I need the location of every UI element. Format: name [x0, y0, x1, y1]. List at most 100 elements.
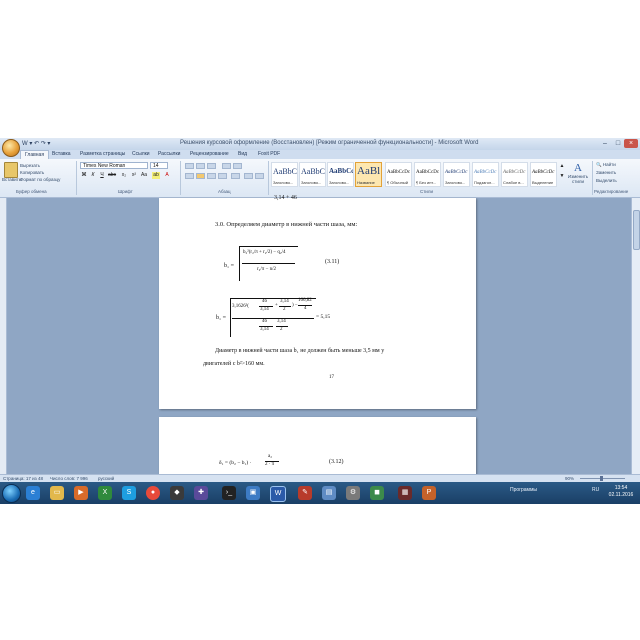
app-icon[interactable]: ✎ — [298, 486, 312, 500]
style-normal[interactable]: AaBbCcDc ¶ Обычный — [385, 162, 412, 187]
change-styles-icon: A — [574, 162, 582, 174]
font-color-button[interactable]: A — [163, 172, 171, 179]
scrollbar-thumb[interactable] — [633, 210, 640, 250]
select-button[interactable]: Выделить — [596, 178, 617, 183]
group-separator — [592, 161, 593, 195]
clock-date: 02.11.2016 — [608, 492, 634, 498]
style-subtitle[interactable]: AaBbCcDc Подзагол... — [472, 162, 499, 187]
language-bar[interactable]: RU — [592, 487, 599, 493]
formula-term: 46 — [262, 319, 267, 324]
shading-button[interactable] — [244, 173, 253, 179]
bullets-button[interactable] — [185, 163, 194, 169]
app-icon[interactable]: ⚙ — [346, 486, 360, 500]
office-button[interactable] — [2, 139, 20, 157]
internet-explorer-icon[interactable]: e — [26, 486, 40, 500]
copy-button[interactable]: Копировать — [20, 170, 44, 175]
multilevel-list-button[interactable] — [207, 163, 216, 169]
tab-view[interactable]: Вид — [238, 151, 247, 157]
vertical-ruler — [0, 198, 7, 494]
skype-icon[interactable]: S — [122, 486, 136, 500]
ribbon-tabs: Главная Вставка Разметка страницы Ссылки… — [0, 150, 640, 159]
style-title[interactable]: AaBl Название — [355, 162, 382, 187]
excel-icon[interactable]: X — [98, 486, 112, 500]
powerpoint-icon[interactable]: P — [422, 486, 436, 500]
desktop-screen: W ▾ ↶ ↷ ▾ Решения курсовой оформление (В… — [0, 138, 640, 504]
vertical-scrollbar[interactable] — [631, 198, 640, 494]
increase-indent-button[interactable] — [233, 163, 242, 169]
cut-button[interactable]: Вырезать — [20, 163, 40, 168]
app-icon[interactable]: ▤ — [322, 486, 336, 500]
numbering-button[interactable] — [196, 163, 205, 169]
tray-label[interactable]: Программы — [510, 487, 537, 493]
align-right-button[interactable] — [207, 173, 216, 179]
page-count[interactable]: Страница: 17 из 48 — [3, 476, 43, 481]
style-heading-2[interactable]: AaBbC Заголово... — [299, 162, 326, 187]
tab-foxit-pdf[interactable]: Foxit PDF — [258, 151, 280, 157]
zoom-level[interactable]: 90% — [565, 476, 574, 481]
paste-icon[interactable] — [4, 162, 18, 178]
close-button[interactable]: × — [624, 139, 638, 148]
line-spacing-button[interactable] — [231, 173, 240, 179]
media-player-icon[interactable]: ▶ — [74, 486, 88, 500]
styles-scroll-down-icon[interactable]: ▼ — [558, 173, 566, 180]
clock[interactable]: 13:54 02.11.2016 — [604, 485, 638, 499]
tab-insert[interactable]: Вставка — [52, 151, 71, 157]
highlight-button[interactable]: ab — [152, 172, 160, 179]
language-indicator[interactable]: русский — [98, 476, 114, 481]
style-heading-1[interactable]: AaBbCc Заголово... — [271, 162, 298, 187]
tab-review[interactable]: Рецензирование — [190, 151, 229, 157]
font-name-select[interactable]: Times New Roman — [80, 162, 148, 169]
terminal-icon[interactable]: ›_ — [222, 486, 236, 500]
tab-references[interactable]: Ссылки — [132, 151, 150, 157]
replace-button[interactable]: Заменить — [596, 170, 616, 175]
font-size-select[interactable]: 14 — [150, 162, 168, 169]
strikethrough-button[interactable]: abc — [108, 172, 116, 179]
app-icon[interactable]: ✚ — [194, 486, 208, 500]
start-button[interactable] — [2, 484, 21, 503]
align-center-button[interactable] — [196, 173, 205, 179]
word-icon[interactable]: W — [270, 486, 286, 502]
word-count[interactable]: Число слов: 7 996 — [50, 476, 88, 481]
chrome-icon[interactable]: ● — [146, 486, 160, 500]
bold-button[interactable]: Ж — [80, 172, 88, 179]
borders-button[interactable] — [255, 173, 264, 179]
minimize-button[interactable]: – — [598, 139, 612, 148]
app-icon[interactable]: ◼ — [370, 486, 384, 500]
tab-home[interactable]: Главная — [20, 150, 50, 159]
style-emphasis[interactable]: AaBbCcDc Выделение — [530, 162, 557, 187]
formula-fragment: 3,14 + 46 — [274, 195, 297, 201]
underline-button[interactable]: Ч — [98, 172, 106, 179]
format-painter-button[interactable]: Формат по образцу — [20, 177, 60, 182]
decrease-indent-button[interactable] — [222, 163, 231, 169]
justify-button[interactable] — [218, 173, 227, 179]
style-heading-4[interactable]: AaBbCcDc Заголово... — [443, 162, 470, 187]
style-heading-3[interactable]: AaBbCc Заголово... — [327, 162, 354, 187]
formula-lhs: b₁ = — [216, 315, 226, 321]
file-explorer-icon[interactable]: ▭ — [50, 486, 64, 500]
paste-button-label[interactable]: Вставить — [2, 177, 21, 182]
italic-button[interactable]: К — [89, 172, 97, 179]
app-icon[interactable]: ▦ — [398, 486, 412, 500]
align-left-button[interactable] — [185, 173, 194, 179]
zoom-slider-thumb[interactable] — [600, 476, 603, 481]
quick-access-toolbar[interactable]: W ▾ ↶ ↷ ▾ — [22, 140, 50, 147]
style-name: ¶ Без инт... — [416, 180, 437, 185]
tab-mailings[interactable]: Рассылки — [158, 151, 180, 157]
style-sample: AaBbCcDc — [387, 170, 411, 175]
paragraph-group-label: Абзац — [218, 189, 231, 194]
style-subtle-emphasis[interactable]: AaBbCcDc Слабое в... — [501, 162, 528, 187]
change-styles-button[interactable]: A Изменить стили — [567, 162, 589, 184]
app-icon[interactable]: ▣ — [246, 486, 260, 500]
superscript-button[interactable]: x² — [130, 172, 138, 179]
change-case-button[interactable]: Aa — [140, 172, 148, 179]
style-no-spacing[interactable]: AaBbCcDc ¶ Без инт... — [414, 162, 441, 187]
styles-scroll-up-icon[interactable]: ▲ — [558, 163, 566, 170]
find-button[interactable]: 🔍 Найти — [596, 162, 616, 168]
tab-page-layout[interactable]: Разметка страницы — [80, 151, 125, 157]
formula-term: 2 — [280, 327, 283, 332]
find-icon: 🔍 — [596, 162, 602, 167]
app-icon[interactable]: ◆ — [170, 486, 184, 500]
subscript-button[interactable]: x₂ — [120, 172, 128, 179]
maximize-button[interactable]: □ — [611, 139, 625, 148]
document-page[interactable]: 3,14 + 46 3.0. Определяем диаметр в нижн… — [159, 195, 476, 409]
